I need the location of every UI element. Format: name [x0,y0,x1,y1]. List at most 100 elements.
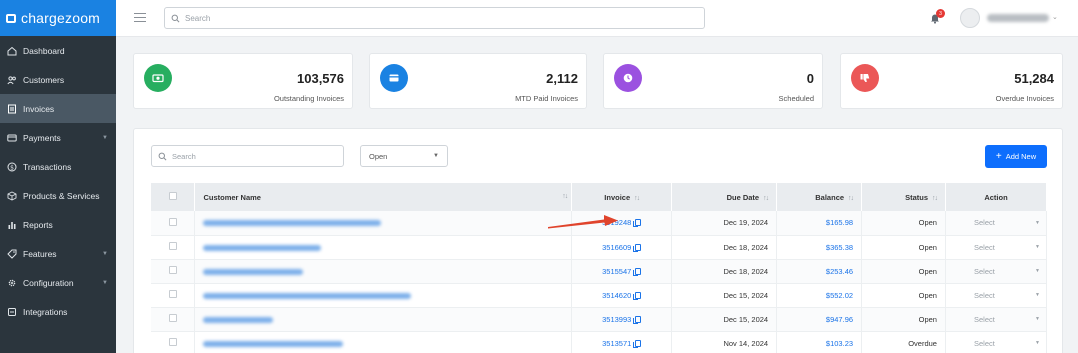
sidebar-item-configuration[interactable]: Configuration ▼ [0,268,116,297]
sidebar-item-transactions[interactable]: $ Transactions [0,152,116,181]
action-select[interactable]: Select ▼ [946,315,1046,324]
row-checkbox[interactable] [168,338,177,346]
action-select[interactable]: Select ▼ [946,267,1046,276]
stat-value: 103,576 [297,71,344,86]
balance-link[interactable]: $253.46 [826,267,853,276]
sidebar-item-features[interactable]: Features ▼ [0,239,116,268]
sidebar-item-dashboard[interactable]: Dashboard [0,36,116,65]
menu-toggle-icon[interactable] [134,13,146,23]
avatar[interactable] [960,8,980,28]
header-invoice[interactable]: Invoice ↑↓ [571,183,673,211]
stat-card-outstanding[interactable]: 103,576 Outstanding Invoices [133,53,353,109]
status-text: Open [861,283,946,308]
row-checkbox[interactable] [168,242,177,250]
user-name-redacted[interactable] [987,14,1049,22]
sidebar-item-reports[interactable]: Reports [0,210,116,239]
balance-link[interactable]: $365.38 [826,243,853,252]
select-all-checkbox[interactable] [168,192,177,200]
copy-icon[interactable] [633,219,642,228]
stat-card-mtd-paid[interactable]: 2,112 MTD Paid Invoices [369,53,587,109]
box-icon [7,190,17,201]
select-all-cell [151,183,196,211]
balance-link[interactable]: $165.98 [826,218,853,227]
action-select-label: Select [973,314,995,324]
invoices-table: Customer Name ↑↓ Invoice ↑↓ Due Date ↑↓ Bal… [151,183,1048,353]
customer-name-redacted[interactable] [203,316,274,323]
action-select[interactable]: Select ▼ [946,339,1046,348]
header-label: Customer Name [203,192,261,202]
customer-name-redacted[interactable] [203,340,344,347]
status-filter-select[interactable]: Open ▼ [360,145,448,167]
sidebar-item-label: Transactions [23,161,72,172]
add-new-button[interactable]: + Add New [985,145,1047,168]
invoice-link[interactable]: 3513993 [602,315,631,324]
copy-icon[interactable] [633,339,642,348]
stat-label: Outstanding Invoices [273,94,344,103]
stat-label: MTD Paid Invoices [515,94,578,103]
row-checkbox[interactable] [168,314,177,322]
stat-card-scheduled[interactable]: 0 Scheduled [603,53,823,109]
status-text: Open [861,307,946,332]
table-row[interactable]: 3515547 Dec 18, 2024 $253.46 Open Select… [151,259,1048,284]
status-text: Open [861,235,946,260]
invoice-link[interactable]: 3515547 [602,267,631,276]
table-row[interactable]: 3514620 Dec 15, 2024 $552.02 Open Select… [151,283,1048,308]
topbar: Search 3 ⌄ [116,0,1078,37]
invoice-link[interactable]: 3513571 [602,339,631,348]
header-balance[interactable]: Balance ↑↓ [776,183,863,211]
customer-name-redacted[interactable] [203,220,382,227]
copy-icon[interactable] [633,243,642,252]
thumbs-down-icon [851,64,879,92]
stat-card-overdue[interactable]: 51,284 Overdue Invoices [840,53,1063,109]
action-select[interactable]: Select ▼ [946,218,1046,227]
customer-name-redacted[interactable] [203,268,304,275]
row-checkbox[interactable] [168,290,177,298]
header-due-date[interactable]: Due Date ↑↓ [671,183,778,211]
table-search-input[interactable]: Search [151,145,344,167]
balance-link[interactable]: $103.23 [826,339,853,348]
customer-name-redacted[interactable] [203,244,322,251]
action-select[interactable]: Select ▼ [946,243,1046,252]
sidebar-item-invoices[interactable]: Invoices [0,94,116,123]
sidebar-item-integrations[interactable]: Integrations [0,297,116,326]
logo-icon [6,13,16,23]
chevron-down-icon[interactable]: ⌄ [1052,13,1058,21]
row-checkbox[interactable] [168,266,177,274]
sidebar-item-label: Payments [23,132,61,143]
sidebar-item-label: Features [23,248,57,259]
caret-down-icon: ▼ [1035,244,1040,250]
global-search-input[interactable]: Search [164,7,705,29]
action-select[interactable]: Select ▼ [946,291,1046,300]
stat-value: 51,284 [1014,71,1054,86]
svg-text:$: $ [10,164,14,171]
table-header-row: Customer Name ↑↓ Invoice ↑↓ Due Date ↑↓ Bal… [151,183,1048,211]
action-select-label: Select [973,290,995,300]
copy-icon[interactable] [633,267,642,276]
due-date: Dec 18, 2024 [671,259,778,284]
sort-icon: ↑↓ [562,192,568,200]
copy-icon[interactable] [633,315,642,324]
invoice-link[interactable]: 3516609 [602,243,631,252]
balance-link[interactable]: $947.96 [826,315,853,324]
balance-link[interactable]: $552.02 [826,291,853,300]
table-row[interactable]: 3513993 Dec 15, 2024 $947.96 Open Select… [151,307,1048,332]
chevron-down-icon: ▼ [102,279,108,286]
header-status[interactable]: Status ↑↓ [861,183,946,211]
copy-icon[interactable] [633,291,642,300]
table-row[interactable]: 3513571 Nov 14, 2024 $103.23 Overdue Sel… [151,331,1048,353]
brand-logo[interactable]: chargezoom [0,0,116,36]
sidebar-item-payments[interactable]: Payments ▼ [0,123,116,152]
header-customer-name[interactable]: Customer Name ↑↓ [194,183,573,211]
tag-icon [7,249,17,259]
search-icon [158,152,167,160]
sidebar-item-customers[interactable]: Customers [0,65,116,94]
table-row[interactable]: 3516609 Dec 18, 2024 $365.38 Open Select… [151,235,1048,260]
customer-name-redacted[interactable] [203,292,412,299]
notification-badge: 3 [936,9,945,18]
invoice-link[interactable]: 3514620 [602,291,631,300]
row-checkbox[interactable] [168,217,177,226]
sidebar-item-products-services[interactable]: Products & Services [0,181,116,210]
caret-down-icon: ▼ [1035,219,1040,226]
dollar-icon: $ [7,162,17,172]
caret-down-icon: ▼ [1035,292,1040,298]
